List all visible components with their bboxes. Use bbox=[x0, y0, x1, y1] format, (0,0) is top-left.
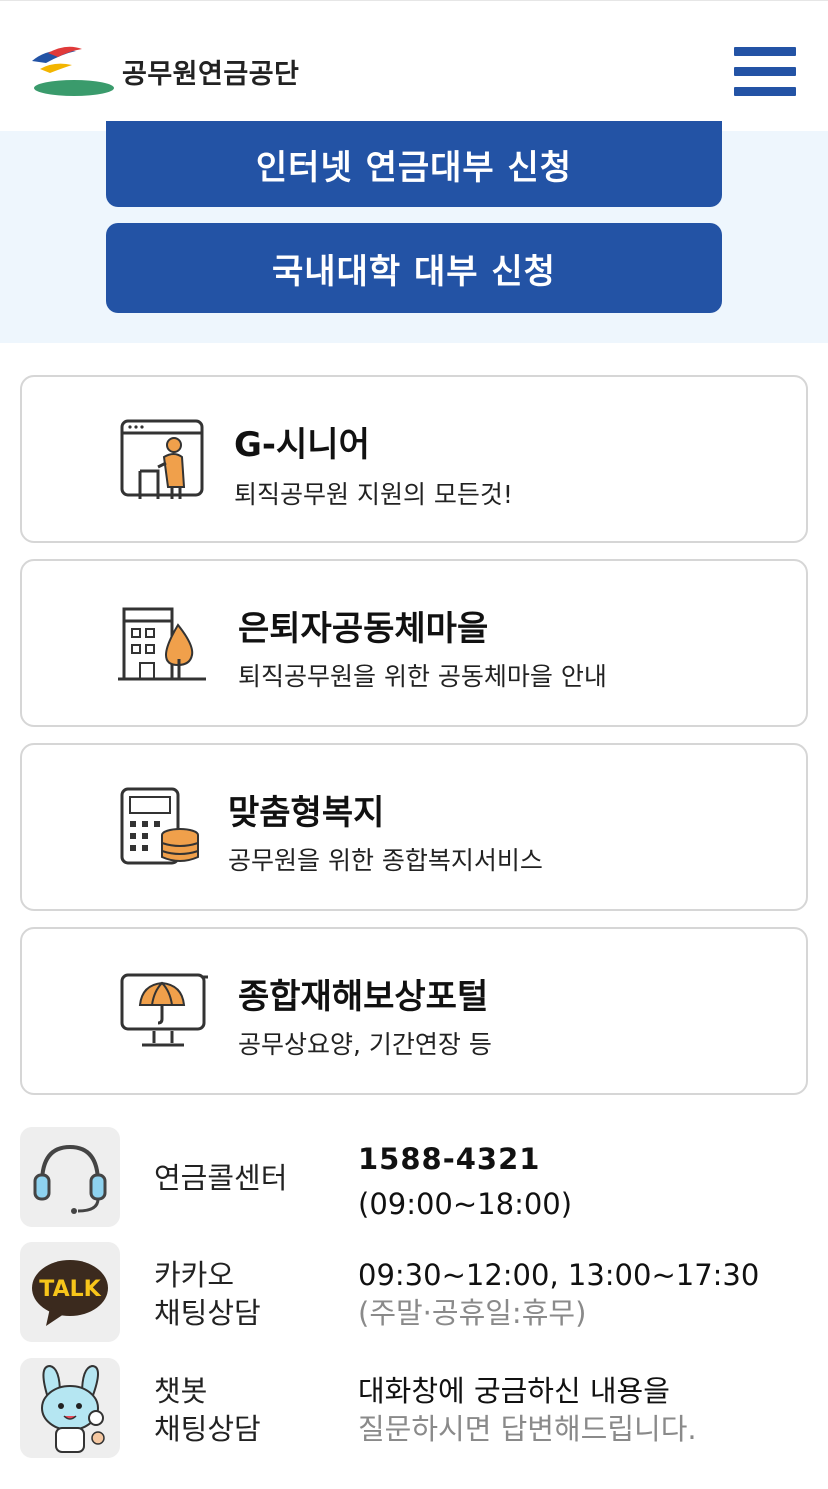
kakao-tile: TALK bbox=[20, 1242, 120, 1342]
internet-loan-button[interactable]: 인터넷 연금대부 신청 bbox=[106, 121, 722, 207]
card-subtitle: 퇴직공무원을 위한 공동체마을 안내 bbox=[238, 662, 607, 691]
senior-with-walker-icon bbox=[120, 419, 204, 499]
app-header: 공무원연금공단 bbox=[0, 0, 828, 131]
card-subtitle: 공무원을 위한 종합복지서비스 bbox=[228, 846, 543, 875]
kakao-label-line2: 채팅상담 bbox=[154, 1296, 261, 1330]
logo-text: 공무원연금공단 bbox=[122, 58, 300, 90]
kakao-hours: 09:30~12:00, 13:00~17:30 bbox=[358, 1258, 760, 1292]
chatbot-description-line2: 질문하시면 답변해드립니다. bbox=[358, 1412, 697, 1446]
kakao-label-line1: 카카오 bbox=[154, 1258, 235, 1292]
headset-icon bbox=[33, 1144, 107, 1214]
chatbot-label-line1: 챗봇 bbox=[154, 1374, 208, 1408]
menu-bar bbox=[734, 47, 796, 56]
callcenter-phone[interactable]: 1588-4321 bbox=[358, 1131, 540, 1187]
card-title: G-시니어 bbox=[234, 425, 370, 465]
chatbot-label-line2: 채팅상담 bbox=[154, 1412, 261, 1446]
card-subtitle: 공무상요양, 기간연장 등 bbox=[238, 1030, 492, 1059]
card-subtitle: 퇴직공무원 지원의 모든것! bbox=[234, 480, 513, 509]
callcenter-label: 연금콜센터 bbox=[154, 1161, 288, 1195]
card-disaster-compensation[interactable]: 종합재해보상포털 공무상요양, 기간연장 등 bbox=[20, 927, 808, 1095]
card-title: 종합재해보상포털 bbox=[238, 977, 489, 1017]
kakao-talk-icon: TALK bbox=[32, 1260, 108, 1326]
card-g-senior[interactable]: G-시니어 퇴직공무원 지원의 모든것! bbox=[20, 375, 808, 543]
card-retiree-village[interactable]: 은퇴자공동체마을 퇴직공무원을 위한 공동체마을 안내 bbox=[20, 559, 808, 727]
chatbot-mascot-icon bbox=[41, 1364, 105, 1453]
callcenter-row[interactable]: 연금콜센터 1588-4321 (09:00~18:00) bbox=[20, 1127, 810, 1227]
menu-bar bbox=[734, 87, 796, 96]
kakao-note: (주말·공휴일:휴무) bbox=[358, 1296, 587, 1330]
card-custom-welfare[interactable]: 맞춤형복지 공무원을 위한 종합복지서비스 bbox=[20, 743, 808, 911]
chatbot-row[interactable]: 챗봇 채팅상담 대화창에 궁금하신 내용을 질문하시면 답변해드립니다. bbox=[20, 1358, 810, 1458]
callcenter-hours: (09:00~18:00) bbox=[358, 1187, 573, 1221]
menu-bar bbox=[734, 67, 796, 76]
university-loan-button[interactable]: 국내대학 대부 신청 bbox=[106, 223, 722, 313]
logo-mark-icon bbox=[32, 46, 114, 96]
kakao-chat-row[interactable]: TALK 카카오 채팅상담 09:30~12:00, 13:00~17:30 (… bbox=[20, 1242, 810, 1342]
chatbot-description-line1: 대화창에 궁금하신 내용을 bbox=[358, 1374, 670, 1408]
card-title: 은퇴자공동체마을 bbox=[238, 609, 489, 649]
calculator-coins-icon bbox=[120, 787, 199, 865]
headset-tile bbox=[20, 1127, 120, 1227]
chatbot-tile bbox=[20, 1358, 120, 1458]
card-title: 맞춤형복지 bbox=[228, 793, 385, 833]
logo[interactable]: 공무원연금공단 bbox=[28, 41, 328, 101]
building-tree-icon bbox=[118, 607, 206, 681]
kakao-talk-text: TALK bbox=[39, 1277, 101, 1302]
monitor-umbrella-icon bbox=[120, 973, 208, 1047]
hamburger-menu-icon[interactable] bbox=[734, 45, 798, 97]
